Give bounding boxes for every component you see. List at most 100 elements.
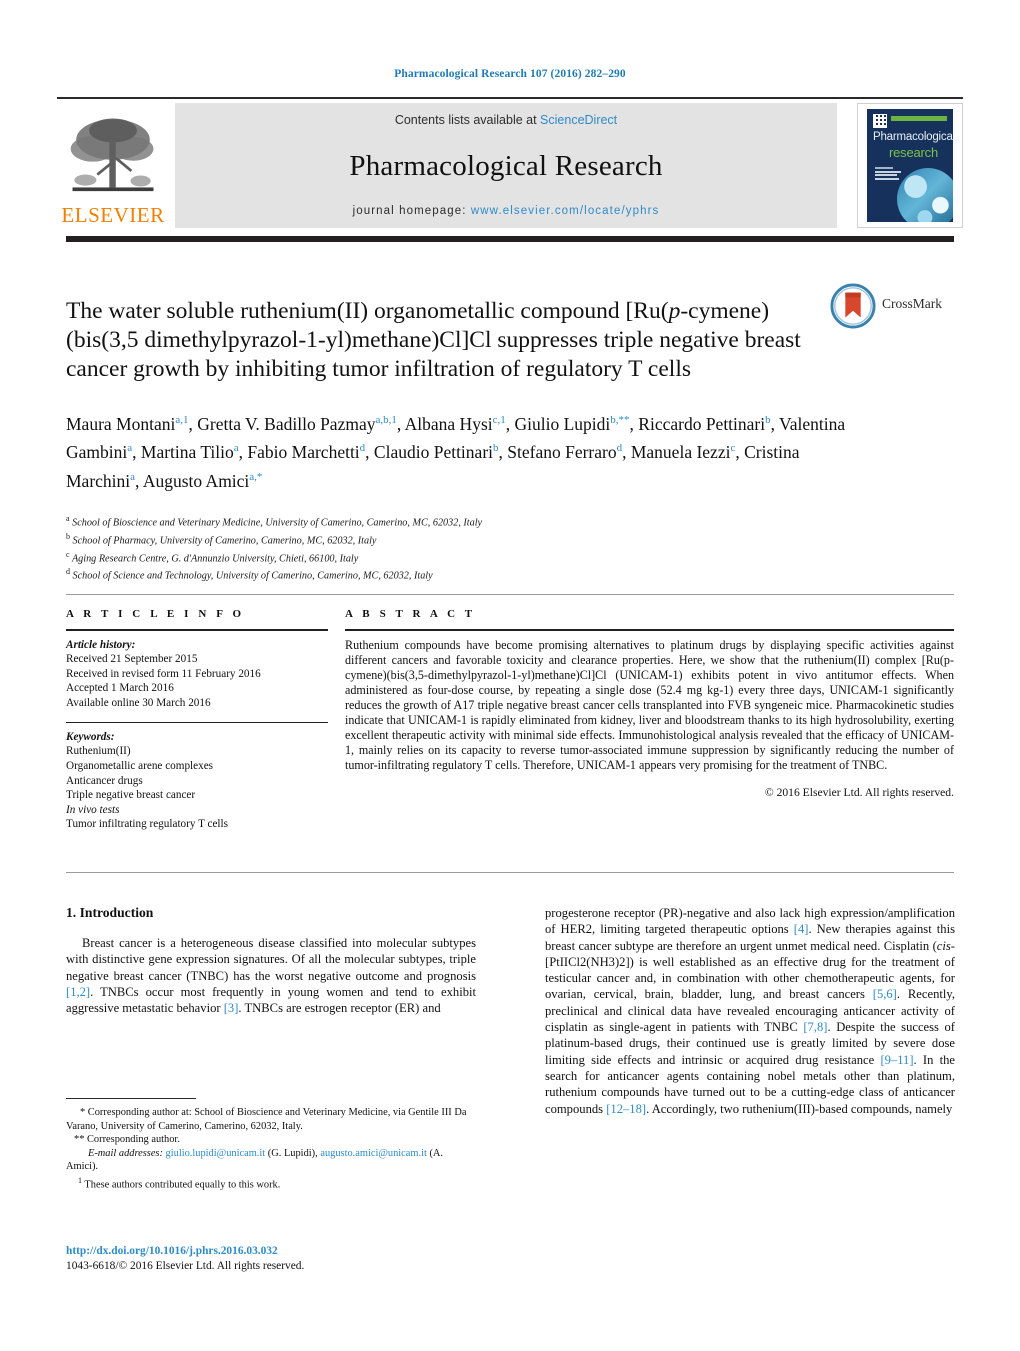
email-link-lupidi[interactable]: giulio.lupidi@unicam.it [166,1148,266,1159]
cover-photo-graphic [897,168,953,222]
article-info-heading: A R T I C L E I N F O [66,608,245,620]
author-affil-marker: a [233,442,239,455]
affiliation-text: School of Bioscience and Veterinary Medi… [72,517,483,529]
section-divider-bar [66,236,954,242]
keyword-item: Anticancer drugs [66,774,143,787]
affiliation-marker: b [66,531,70,541]
author-affil-marker: c,1 [492,414,506,426]
footnote-corresponding-author-1: * Corresponding author at: School of Bio… [66,1107,467,1132]
citation-link[interactable]: [1,2] [66,985,90,999]
footnote-block: * Corresponding author at: School of Bio… [66,1106,476,1192]
author-affil-marker: c [730,442,736,455]
title-italic-p: p [668,297,681,324]
affiliation-text: Aging Research Centre, G. d'Annunzio Uni… [71,552,359,564]
affiliation-marker: a [66,514,70,523]
homepage-url-link[interactable]: www.elsevier.com/locate/yphrs [471,205,660,217]
footnote-marker: 1 [78,1175,82,1185]
info-block-top-divider [66,594,954,595]
author-affil-marker: a,1 [175,414,189,426]
article-history-label: Article history: [66,638,136,651]
affiliation-list: a School of Bioscience and Veterinary Me… [66,512,766,583]
journal-banner: Contents lists available at ScienceDirec… [175,103,837,228]
affiliation-item: c Aging Research Centre, G. d'Annunzio U… [66,548,766,566]
footnote-divider [66,1098,196,1100]
abstract-column: A B S T R A C T Ruthenium compounds have… [345,608,954,799]
keyword-item: Organometallic arene complexes [66,759,214,772]
elsevier-tree-icon [70,118,154,192]
sciencedirect-link[interactable]: ScienceDirect [540,113,617,127]
doi-block: http://dx.doi.org/10.1016/j.phrs.2016.03… [66,1244,496,1274]
journal-masthead: ELSEVIER Contents lists available at Sci… [57,103,963,228]
email-link-amici[interactable]: augusto.amici@unicam.it [320,1148,427,1159]
article-info-column: A R T I C L E I N F O Article history: R… [66,608,328,832]
author-affil-marker: a,b,1 [375,414,397,426]
affiliation-marker: c [66,549,70,559]
author-affil-marker: d [359,442,366,455]
abstract-heading: A B S T R A C T [345,608,476,620]
author-affil-marker: b [765,414,771,426]
article-history: Article history: Received 21 September 2… [66,638,328,711]
elsevier-logo[interactable]: ELSEVIER [57,103,169,228]
article-info-rule [66,629,328,631]
author-affil-marker: d [616,442,623,455]
keyword-item: In vivo tests [66,803,120,816]
affiliation-item: a School of Bioscience and Veterinary Me… [66,512,766,530]
contents-line: Contents lists available at ScienceDirec… [395,113,617,127]
journal-cover-thumbnail[interactable]: Pharmacological research [857,103,963,228]
abstract-rule [345,629,954,631]
author-affil-marker: a [130,470,136,483]
keywords-label: Keywords: [66,730,115,743]
author-affil-marker: b [493,442,499,455]
journal-cover-image: Pharmacological research [867,109,953,222]
crossmark-label: CrossMark [882,296,942,311]
history-item: Received in revised form 11 February 201… [66,667,261,680]
history-item: Received 21 September 2015 [66,653,198,666]
history-item: Accepted 1 March 2016 [66,682,174,695]
body-column-right: progesterone receptor (PR)-negative and … [545,905,955,1117]
crossmark-badge[interactable]: CrossMark [830,283,950,343]
qr-code-icon [873,114,887,128]
footnote-corresponding-author-2: ** Corresponding author. [74,1134,180,1146]
citation-link[interactable]: [12–18] [606,1102,646,1116]
affiliation-text: School of Pharmacy, University of Cameri… [72,535,377,547]
page-title: The water soluble ruthenium(II) organome… [66,297,806,384]
keyword-item: Triple negative breast cancer [66,789,196,802]
contents-prefix: Contents lists available at [394,113,541,127]
footnote-emails: E-mail addresses: giulio.lupidi@unicam.i… [66,1147,476,1174]
abstract-text: Ruthenium compounds have become promisin… [345,637,954,773]
affiliation-marker: d [66,567,70,577]
author-affil-marker: a [127,442,133,455]
title-part-1: The water soluble ruthenium(II) organome… [66,297,669,324]
info-block-bottom-divider [66,872,954,873]
citation-link[interactable]: [5,6] [873,987,897,1001]
affiliation-text: School of Science and Technology, Univer… [72,570,433,582]
intro-paragraph-left: Breast cancer is a heterogeneous disease… [66,936,476,1016]
author-list: Maura Montania,1, Gretta V. Badillo Pazm… [66,413,846,491]
keyword-list: Keywords: Ruthenium(II) Organometallic a… [66,730,328,832]
keyword-item: Ruthenium(II) [66,745,131,758]
author-affil-marker: b,** [610,414,630,426]
citation-link[interactable]: [9–11] [880,1053,913,1067]
affiliation-item: b School of Pharmacy, University of Came… [66,530,766,548]
email-addresses-label: E-mail addresses: [88,1147,163,1159]
citation-link[interactable]: [4] [794,922,809,936]
doi-link[interactable]: http://dx.doi.org/10.1016/j.phrs.2016.03… [66,1244,496,1259]
journal-title: Pharmacological Research [349,149,663,182]
cover-title-line1: Pharmacological [873,131,953,143]
intro-paragraph-right: progesterone receptor (PR)-negative and … [545,906,956,1116]
email-owner-lupidi: (G. Lupidi), [267,1147,318,1159]
footnote-equal-contribution: 1 These authors contributed equally to t… [78,1175,281,1191]
crossmark-icon [830,283,876,329]
running-head: Pharmacological Research 107 (2016) 282–… [394,68,626,80]
cover-accent-bar [891,116,947,121]
affiliation-item: d School of Science and Technology, Univ… [66,565,766,583]
issn-copyright-line: 1043-6618/© 2016 Elsevier Ltd. All right… [66,1260,305,1272]
abstract-copyright: © 2016 Elsevier Ltd. All rights reserved… [764,786,954,800]
keywords-rule [66,721,328,723]
history-item: Available online 30 March 2016 [66,696,211,709]
cover-title-line2: research [889,145,938,160]
citation-link[interactable]: [3] [224,1001,239,1015]
header-divider [57,97,963,99]
article-page: Pharmacological Research 107 (2016) 282–… [0,0,1020,1351]
citation-link[interactable]: [7,8] [803,1020,827,1034]
